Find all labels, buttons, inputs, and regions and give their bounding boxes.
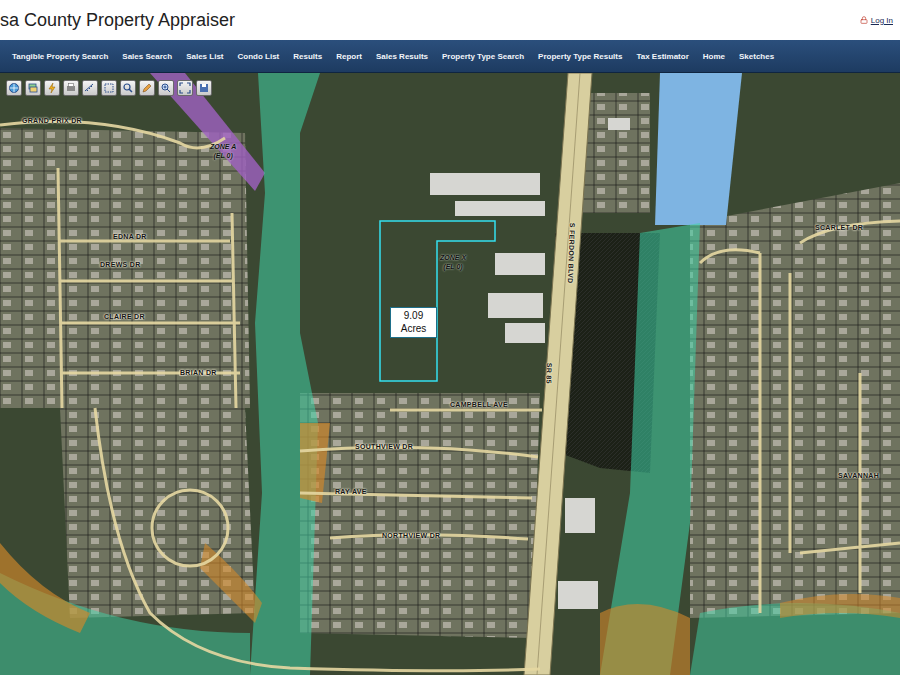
map-toolbar (6, 80, 212, 96)
tool-button[interactable] (25, 80, 41, 96)
bolt-icon (46, 82, 58, 94)
tool-button[interactable] (158, 80, 174, 96)
street-label: SCARLET DR (815, 224, 863, 231)
tool-button[interactable] (177, 80, 193, 96)
lock-icon (860, 16, 868, 24)
nav-item[interactable]: Results (293, 52, 322, 61)
tool-button[interactable] (139, 80, 155, 96)
fullscreen-icon (179, 82, 191, 94)
map-imagery[interactable] (0, 73, 900, 675)
nav-item[interactable]: Tax Estimator (636, 52, 688, 61)
map-view[interactable]: GRAND PRIX DR EDNA DR DREWS DR CLAIRE DR BRI… (0, 73, 900, 675)
street-label: CLAIRE DR (104, 313, 145, 320)
tool-button[interactable] (101, 80, 117, 96)
nav-item[interactable]: Sales Results (376, 52, 428, 61)
search-icon (122, 82, 134, 94)
layers-icon (27, 82, 39, 94)
nav-item[interactable]: Tangible Property Search (12, 52, 108, 61)
street-label: DREWS DR (100, 261, 141, 268)
nav-item[interactable]: Sketches (739, 52, 774, 61)
tool-button[interactable] (120, 80, 136, 96)
tool-button[interactable] (6, 80, 22, 96)
tool-button[interactable] (82, 80, 98, 96)
street-label: SR 85 (545, 363, 553, 384)
nav-item[interactable]: Condo List (238, 52, 280, 61)
street-label: BRIAN DR (180, 369, 217, 376)
street-label: EDNA DR (113, 233, 147, 240)
street-label: NORTHVIEW DR (382, 532, 440, 539)
street-label: GRAND PRIX DR (22, 117, 82, 124)
nav-bar: Tangible Property Search Sales Search Sale… (0, 40, 900, 73)
measure-icon (84, 82, 96, 94)
tool-button[interactable] (63, 80, 79, 96)
site-title: sa County Property Appraiser (0, 10, 235, 31)
street-label: CAMPBELL AVE (450, 401, 508, 408)
street-label: RAY AVE (335, 488, 367, 495)
nav-item[interactable]: Home (703, 52, 725, 61)
page: sa County Property Appraiser Log In Tangib… (0, 0, 900, 675)
print-icon (65, 82, 77, 94)
login-link[interactable]: Log In (860, 16, 893, 25)
nav-item[interactable]: Report (336, 52, 362, 61)
tool-button[interactable] (44, 80, 60, 96)
street-label: SOUTHVIEW DR (355, 443, 413, 450)
zoom-icon (160, 82, 172, 94)
flood-zone-label: ZONE X(EL 0) (440, 254, 466, 272)
pencil-icon (141, 82, 153, 94)
tool-button[interactable] (196, 80, 212, 96)
header: sa County Property Appraiser Log In (0, 0, 900, 40)
nav-item[interactable]: Property Type Results (538, 52, 622, 61)
nav-item[interactable]: Sales Search (122, 52, 172, 61)
flood-zone-label: ZONE A(EL 0) (210, 143, 236, 161)
nav-item[interactable]: Property Type Search (442, 52, 524, 61)
save-icon (198, 82, 210, 94)
street-label: SAVANNAH (838, 472, 879, 479)
nav-item[interactable]: Sales List (186, 52, 223, 61)
select-icon (103, 82, 115, 94)
parcel-acreage-label: 9.09Acres (390, 307, 437, 338)
globe-icon (8, 82, 20, 94)
selected-parcel[interactable] (380, 221, 495, 381)
